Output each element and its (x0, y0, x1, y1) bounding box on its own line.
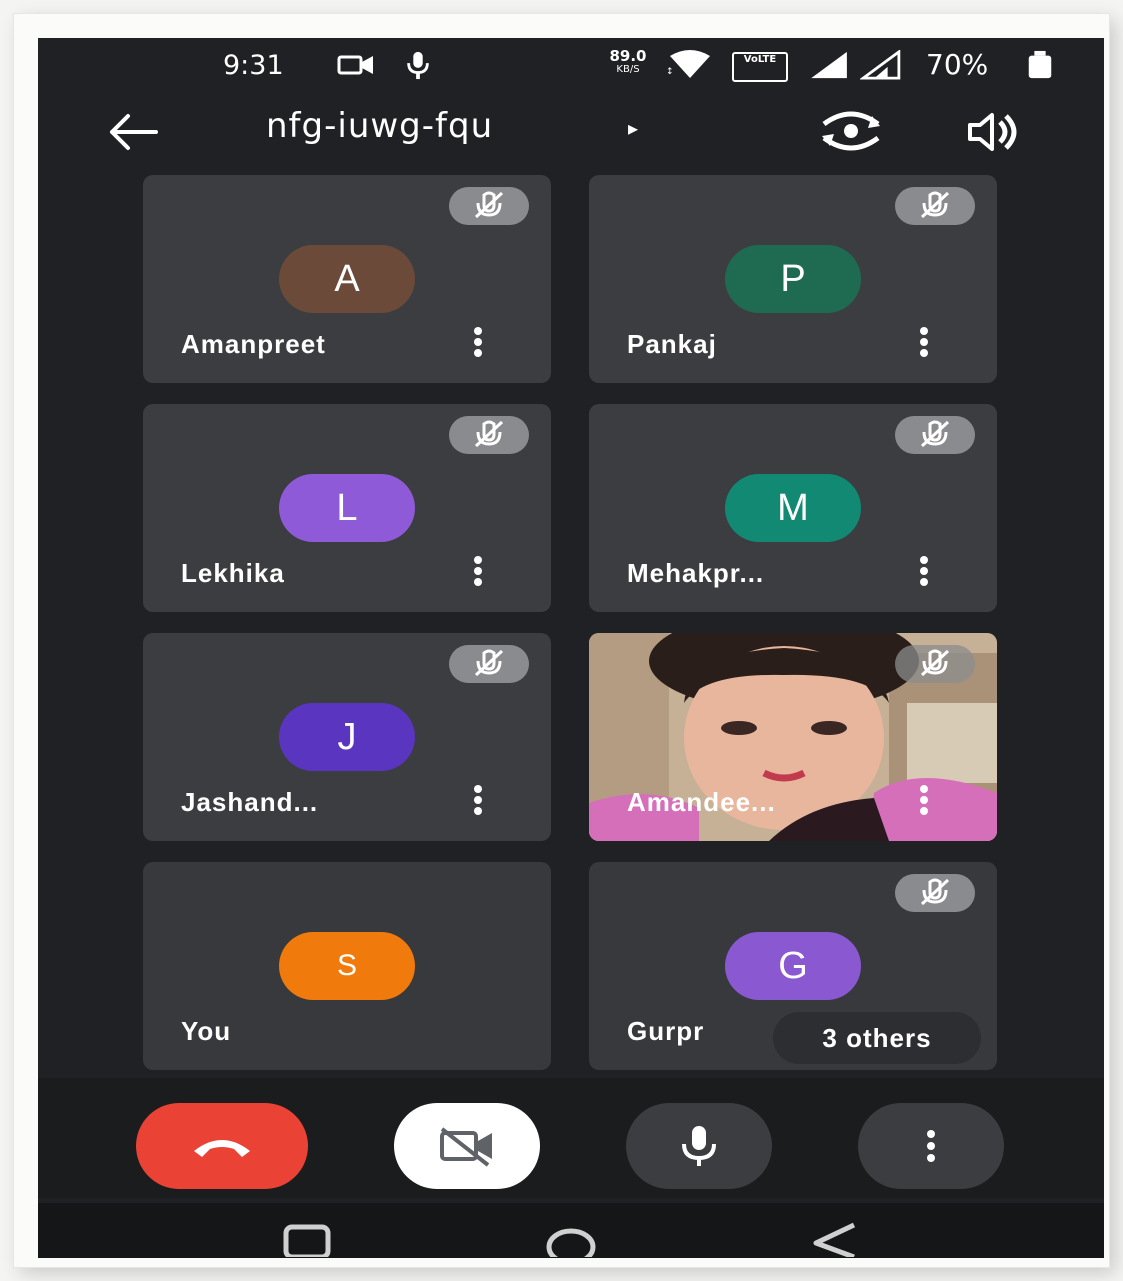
participant-name: Gurpr (627, 1016, 705, 1046)
meeting-code[interactable]: nfg-iuwg-fqu (266, 106, 493, 146)
back-arrow-icon[interactable] (104, 112, 160, 152)
muted-badge (449, 416, 529, 454)
muted-badge (449, 645, 529, 683)
participant-tile[interactable]: J Jashand... (143, 633, 551, 841)
mic-off-icon (920, 649, 950, 677)
more-vertical-icon[interactable] (917, 327, 931, 361)
avatar: P (725, 245, 861, 313)
avatar: A (279, 245, 415, 313)
video-status-icon (337, 55, 373, 75)
more-vertical-icon[interactable] (471, 327, 485, 361)
mic-off-icon (474, 420, 504, 448)
more-vertical-icon (924, 1130, 938, 1162)
participant-name: Jashand... (181, 787, 319, 817)
phone-screen: 9:31 89.0 KB/S ↕ VoLTE 70% nfg-iuwg-fqu … (38, 38, 1104, 1258)
mic-off-icon (920, 878, 950, 906)
avatar: G (725, 932, 861, 1000)
muted-badge (895, 187, 975, 225)
mic-off-icon (474, 191, 504, 219)
participant-name: You (181, 1016, 232, 1046)
phone-hangup-icon (194, 1140, 250, 1157)
mic-button[interactable] (626, 1103, 772, 1189)
muted-badge (895, 416, 975, 454)
participant-tile[interactable]: P Pankaj (589, 175, 997, 383)
wifi-icon: ↕ (666, 50, 710, 78)
more-options-button[interactable] (858, 1103, 1004, 1189)
participant-video-tile[interactable]: Amandee... (589, 633, 997, 841)
video-off-icon (440, 1127, 492, 1167)
participant-tile[interactable]: G Gurpr 3 others (589, 862, 997, 1070)
status-time: 9:31 (223, 50, 284, 81)
participant-tile[interactable]: L Lekhika (143, 404, 551, 612)
recents-icon[interactable] (282, 1223, 332, 1257)
battery-icon (1028, 50, 1052, 79)
muted-badge (895, 874, 975, 912)
participant-name: Pankaj (627, 329, 717, 359)
battery-percent: 70% (926, 48, 989, 81)
participant-name: Amandee... (627, 787, 776, 817)
signal-2-icon (860, 50, 901, 80)
participant-tile[interactable]: A Amanpreet (143, 175, 551, 383)
mic-off-icon (920, 420, 950, 448)
participant-name: Amanpreet (181, 329, 326, 359)
avatar: L (279, 474, 415, 542)
end-call-button[interactable] (136, 1103, 308, 1189)
participant-name: Mehakpr... (627, 558, 765, 588)
more-vertical-icon[interactable] (917, 556, 931, 590)
more-vertical-icon[interactable] (471, 556, 485, 590)
mic-off-icon (474, 649, 504, 677)
self-tile[interactable]: S You (143, 862, 551, 1070)
meeting-top-bar: nfg-iuwg-fqu ▸ (38, 98, 1104, 168)
home-icon[interactable] (543, 1223, 599, 1257)
switch-camera-icon[interactable] (816, 106, 886, 156)
mic-status-icon (407, 51, 429, 80)
mic-icon (682, 1126, 716, 1166)
net-speed-value: 89.0 (609, 47, 647, 65)
call-controls (38, 1078, 1104, 1198)
avatar: J (279, 703, 415, 771)
muted-badge (895, 645, 975, 683)
meeting-info-arrow[interactable]: ▸ (628, 116, 638, 140)
back-nav-icon[interactable] (810, 1219, 860, 1257)
more-vertical-icon[interactable] (471, 785, 485, 819)
more-vertical-icon[interactable] (917, 785, 931, 819)
volte-label: VoLTE (743, 54, 777, 65)
others-chip[interactable]: 3 others (773, 1012, 981, 1064)
status-bar: 9:31 89.0 KB/S ↕ VoLTE 70% (38, 38, 1104, 98)
avatar: S (279, 932, 415, 1000)
camera-off-button[interactable] (394, 1103, 540, 1189)
svg-text:↕: ↕ (666, 67, 674, 77)
avatar: M (725, 474, 861, 542)
system-nav-bar (38, 1203, 1104, 1258)
signal-1-icon (811, 51, 847, 79)
net-speed: 89.0 KB/S (605, 47, 651, 76)
participant-name: Lekhika (181, 558, 285, 588)
muted-badge (449, 187, 529, 225)
volte-icon: VoLTE (732, 52, 788, 82)
mic-off-icon (920, 191, 950, 219)
participant-tile[interactable]: M Mehakpr... (589, 404, 997, 612)
speaker-icon[interactable] (966, 110, 1026, 154)
